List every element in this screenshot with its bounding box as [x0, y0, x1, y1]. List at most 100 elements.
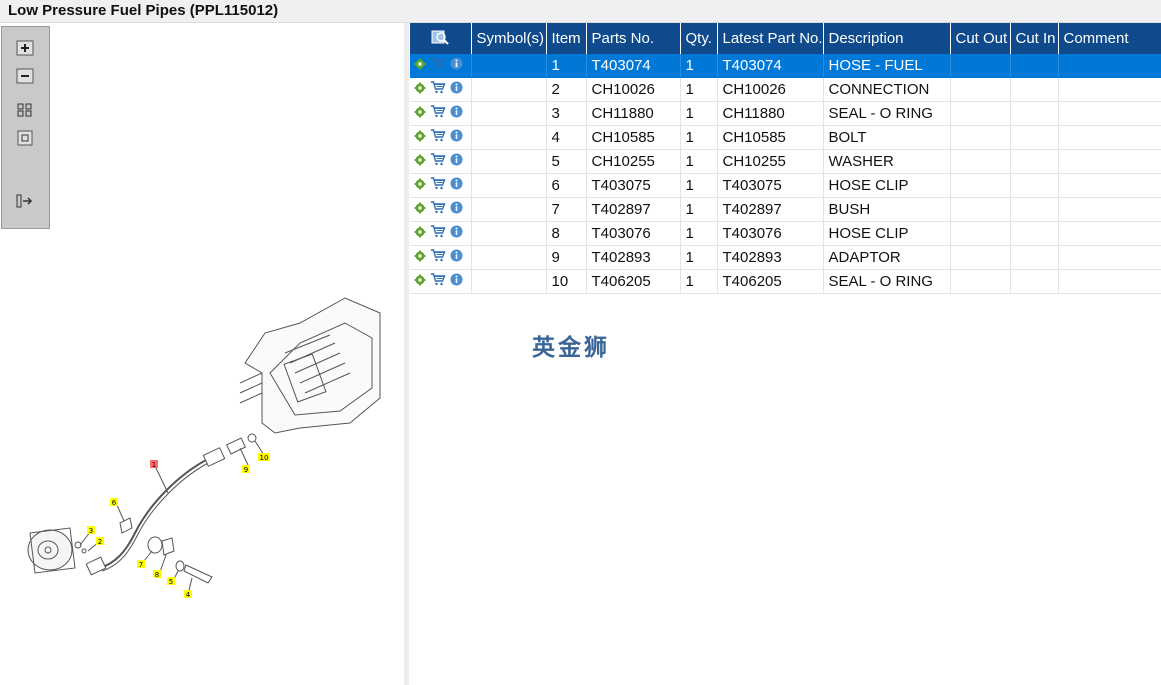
- table-row[interactable]: 5 CH10255 1 CH10255 WASHER: [410, 149, 1161, 174]
- gear-icon[interactable]: [414, 273, 426, 290]
- info-icon[interactable]: [450, 249, 463, 266]
- gear-icon[interactable]: [414, 225, 426, 242]
- part-no-cell: T406205: [586, 269, 681, 294]
- description-cell: ADAPTOR: [823, 245, 951, 270]
- svg-text:7: 7: [139, 561, 143, 569]
- search-magnifier-icon[interactable]: [410, 23, 472, 54]
- latest-part-no-cell: CH11880: [717, 101, 824, 126]
- description-cell: HOSE - FUEL: [823, 54, 951, 78]
- latest-part-no-cell: T403076: [717, 221, 824, 246]
- row-actions-cell: [410, 269, 472, 294]
- cart-icon[interactable]: [430, 81, 446, 98]
- gear-icon[interactable]: [414, 201, 426, 218]
- comment-cell: [1058, 269, 1161, 294]
- info-icon[interactable]: [450, 225, 463, 242]
- column-header-description[interactable]: Description: [823, 23, 951, 54]
- column-header-cut-out[interactable]: Cut Out: [950, 23, 1011, 54]
- column-header-parts-no[interactable]: Parts No.: [586, 23, 681, 54]
- column-header-comment[interactable]: Comment: [1058, 23, 1161, 54]
- table-row[interactable]: 8 T403076 1 T403076 HOSE CLIP: [410, 221, 1161, 246]
- parts-table: Symbol(s) Item Parts No. Qty. Latest Par…: [410, 23, 1161, 294]
- svg-text:4: 4: [186, 591, 191, 599]
- symbols-cell: [471, 77, 547, 102]
- part-no-cell: T402893: [586, 245, 681, 270]
- info-icon[interactable]: [450, 177, 463, 194]
- table-row[interactable]: 6 T403075 1 T403075 HOSE CLIP: [410, 173, 1161, 198]
- gear-icon[interactable]: [414, 105, 426, 122]
- latest-part-no-cell: CH10255: [717, 149, 824, 174]
- symbols-cell: [471, 221, 547, 246]
- info-icon[interactable]: [450, 81, 463, 98]
- column-header-symbols[interactable]: Symbol(s): [471, 23, 547, 54]
- export-icon[interactable]: [15, 192, 35, 210]
- column-header-latest-part-no[interactable]: Latest Part No.: [717, 23, 824, 54]
- cut-in-cell: [1010, 221, 1059, 246]
- comment-cell: [1058, 245, 1161, 270]
- description-cell: CONNECTION: [823, 77, 951, 102]
- info-icon[interactable]: [450, 153, 463, 170]
- cut-out-cell: [950, 221, 1011, 246]
- table-row[interactable]: 3 CH11880 1 CH11880 SEAL - O RING: [410, 101, 1161, 126]
- table-row[interactable]: 10 T406205 1 T406205 SEAL - O RING: [410, 269, 1161, 294]
- column-header-item[interactable]: Item: [546, 23, 587, 54]
- symbols-cell: [471, 149, 547, 174]
- gear-icon[interactable]: [414, 249, 426, 266]
- column-header-cut-in[interactable]: Cut In: [1010, 23, 1059, 54]
- latest-part-no-cell: T402893: [717, 245, 824, 270]
- zoom-in-icon[interactable]: [15, 39, 35, 57]
- gear-icon[interactable]: [414, 177, 426, 194]
- actual-size-icon[interactable]: [15, 129, 35, 147]
- cut-in-cell: [1010, 149, 1059, 174]
- cut-out-cell: [950, 245, 1011, 270]
- cut-in-cell: [1010, 101, 1059, 126]
- item-cell: 4: [546, 125, 587, 150]
- svg-text:6: 6: [112, 499, 117, 507]
- info-icon[interactable]: [450, 129, 463, 146]
- gear-icon[interactable]: [414, 81, 426, 98]
- comment-cell: [1058, 197, 1161, 222]
- cart-icon[interactable]: [430, 177, 446, 194]
- cart-icon[interactable]: [430, 273, 446, 290]
- qty-cell: 1: [680, 149, 718, 174]
- cart-icon[interactable]: [430, 153, 446, 170]
- cart-icon[interactable]: [430, 129, 446, 146]
- info-icon[interactable]: [450, 273, 463, 290]
- svg-text:3: 3: [89, 527, 93, 535]
- svg-text:8: 8: [155, 571, 159, 579]
- qty-cell: 1: [680, 54, 718, 78]
- qty-cell: 1: [680, 101, 718, 126]
- table-row[interactable]: 9 T402893 1 T402893 ADAPTOR: [410, 245, 1161, 270]
- table-row[interactable]: 7 T402897 1 T402897 BUSH: [410, 197, 1161, 222]
- cart-icon[interactable]: [430, 57, 446, 74]
- gear-icon[interactable]: [414, 129, 426, 146]
- cart-icon[interactable]: [430, 105, 446, 122]
- description-cell: HOSE CLIP: [823, 221, 951, 246]
- cart-icon[interactable]: [430, 201, 446, 218]
- cart-icon[interactable]: [430, 249, 446, 266]
- table-row[interactable]: 2 CH10026 1 CH10026 CONNECTION: [410, 77, 1161, 102]
- row-actions-cell: [410, 149, 472, 174]
- table-row[interactable]: 1 T403074 1 T403074 HOSE - FUEL: [410, 54, 1161, 78]
- symbols-cell: [471, 173, 547, 198]
- item-cell: 6: [546, 173, 587, 198]
- cart-icon[interactable]: [430, 225, 446, 242]
- fit-page-icon[interactable]: [15, 101, 35, 119]
- table-row[interactable]: 4 CH10585 1 CH10585 BOLT: [410, 125, 1161, 150]
- pane-splitter[interactable]: [404, 23, 409, 685]
- gear-icon[interactable]: [414, 153, 426, 170]
- part-no-cell: CH10585: [586, 125, 681, 150]
- svg-text:5: 5: [169, 578, 173, 586]
- item-cell: 2: [546, 77, 587, 102]
- cut-in-cell: [1010, 54, 1059, 78]
- info-icon[interactable]: [450, 201, 463, 218]
- info-icon[interactable]: [450, 105, 463, 122]
- parts-grid: Symbol(s) Item Parts No. Qty. Latest Par…: [410, 23, 1161, 294]
- cut-out-cell: [950, 269, 1011, 294]
- gear-icon[interactable]: [414, 57, 426, 74]
- zoom-out-icon[interactable]: [15, 67, 35, 85]
- illustration-pane[interactable]: 1 2 3 4 5 6 7 8 9 10: [0, 23, 404, 685]
- latest-part-no-cell: CH10585: [717, 125, 824, 150]
- item-cell: 10: [546, 269, 587, 294]
- info-icon[interactable]: [450, 57, 463, 74]
- column-header-qty[interactable]: Qty.: [680, 23, 718, 54]
